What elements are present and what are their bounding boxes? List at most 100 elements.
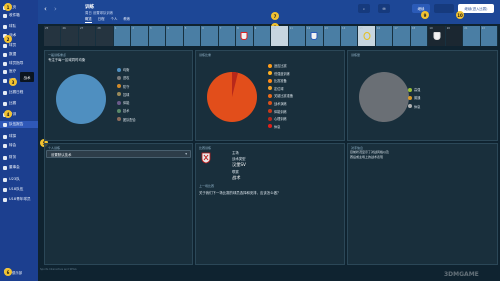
legend-swatch (268, 109, 272, 114)
sidebar-item-icon (3, 134, 7, 139)
sidebar-flyout[interactable]: 战术 (20, 72, 34, 82)
legend-swatch (268, 101, 272, 106)
tab-schedule[interactable]: 日程 (98, 16, 105, 23)
calendar-day-number: 14 (341, 27, 346, 30)
sidebar-item-icon (3, 177, 7, 182)
legend-swatch (117, 84, 121, 89)
calendar-day[interactable]: 8 (236, 26, 254, 46)
sidebar-item-icon (3, 24, 7, 29)
opponent-crest-icon (433, 32, 441, 40)
calendar-day[interactable]: 20 (445, 26, 464, 46)
panel-subtitle: 专注于每一区域同时均衡 (48, 58, 86, 62)
legend-item: 关键比赛准备 (268, 93, 293, 98)
watermark: 3DMGAME (444, 271, 479, 278)
sidebar-item[interactable]: U18青年球员 (3, 196, 31, 203)
sidebar-item[interactable]: 转会 (3, 142, 16, 149)
search-button[interactable]: ⌕ (358, 4, 370, 13)
chart-legend: 均衡 进攻 防守 控球 体能 技术 团队配合 (117, 67, 136, 122)
sidebar-item[interactable]: 球员 (3, 42, 16, 49)
sidebar-item[interactable]: 财务 (3, 154, 16, 161)
sidebar-item[interactable]: U18队伍 (3, 186, 23, 193)
training-volume-pie-chart (359, 72, 409, 122)
calendar-day[interactable]: 12 (306, 26, 324, 46)
legend-label: 定位球 (274, 86, 284, 91)
sidebar-footer-label[interactable]: 俱乐部 (12, 270, 22, 275)
legend-swatch (268, 116, 272, 121)
tab-overview[interactable]: 概览 (85, 16, 92, 23)
calendar-day[interactable]: 3 (148, 26, 167, 46)
calendar-day[interactable]: 15 (358, 26, 376, 46)
continue-button[interactable]: 继续(进入比赛) (458, 4, 494, 13)
sidebar-item-label: 数据 (9, 52, 17, 56)
calendar-day[interactable]: 18 (410, 26, 429, 46)
calendar-day-number: 3 (149, 27, 152, 30)
calendar-day[interactable]: 27 (78, 26, 97, 46)
calendar-day[interactable]: 21 (463, 26, 481, 46)
calendar-day[interactable]: 13 (323, 26, 341, 46)
sidebar-item[interactable]: 医疗 (3, 68, 16, 75)
panel-general-focus: 一般训练重点 专注于每一区域同时均衡 均衡 进攻 防守 控球 体能 技术 团队配合 (44, 50, 193, 141)
calendar-day[interactable]: 22 (480, 26, 499, 46)
match-venue: 主场 (232, 151, 239, 155)
previous-match-title: 上一场比赛 (199, 184, 215, 188)
calendar-day[interactable]: 4 (166, 26, 184, 46)
calendar-day[interactable]: 26 (61, 26, 79, 46)
sidebar-item[interactable]: 数据 (3, 51, 16, 58)
header-mid-button[interactable] (434, 4, 454, 13)
mail-button[interactable]: ✉ (378, 4, 390, 13)
legend-label: 体能训练 (274, 109, 287, 114)
sidebar-item[interactable]: 球探 (3, 133, 16, 140)
forward-arrow-icon[interactable]: › (54, 5, 62, 13)
tab-individual[interactable]: 个人 (111, 16, 118, 23)
legend-label: 体能 (123, 101, 130, 106)
legend-label: 普通 (414, 96, 421, 101)
calendar-day-number: 17 (394, 27, 398, 30)
calendar-day[interactable]: 19 (428, 26, 446, 46)
sidebar-item[interactable]: U23队 (3, 176, 20, 183)
pie-slice-balanced (56, 74, 106, 124)
sidebar-item-icon (3, 90, 7, 95)
annotation-bubble: 9 (421, 11, 429, 19)
sidebar-item-label: 球员指导 (9, 61, 24, 65)
legend-item: 心理训练 (268, 116, 293, 121)
competition-name: 联赛 (232, 170, 239, 174)
calendar-day[interactable]: 17 (393, 26, 411, 46)
sidebar-item[interactable]: 董事会 (3, 164, 20, 171)
calendar-day[interactable]: 10 (271, 26, 289, 46)
calendar-day-number: 15 (359, 27, 363, 30)
sidebar-item[interactable]: 收件箱 (3, 12, 20, 19)
mail-icon: ✉ (382, 6, 386, 11)
calendar-day[interactable]: 6 (201, 26, 219, 46)
calendar-day[interactable]: 14 (340, 26, 359, 46)
individual-training-select[interactable]: 设置默认技术 ▾ (46, 150, 191, 158)
sidebar-item[interactable]: 球队 (3, 23, 16, 30)
calendar-day[interactable]: 5 (183, 26, 202, 46)
calendar-day[interactable]: 7 (218, 26, 237, 46)
calendar-day[interactable]: 2 (131, 26, 149, 46)
calendar-day[interactable]: 28 (96, 26, 114, 46)
panel-opponent-info: 对手信息 (347, 143, 498, 265)
sidebar-item[interactable]: 球员指导 (3, 60, 23, 67)
calendar-day[interactable]: 16 (375, 26, 394, 46)
calendar-day[interactable]: 25 (44, 26, 62, 46)
tab-coaches[interactable]: 教练 (123, 16, 130, 23)
legend-label: 休息 (274, 124, 281, 129)
sidebar-item-label: U18队伍 (9, 187, 24, 191)
back-arrow-icon[interactable]: ‹ (44, 5, 52, 13)
sidebar-item-label: U18青年球员 (9, 197, 31, 201)
calendar-day[interactable]: 1 (113, 26, 132, 46)
sidebar-item[interactable]: 比赛日程 (3, 89, 23, 96)
calendar-day[interactable]: 11 (288, 26, 307, 46)
sidebar-item[interactable]: 队伍报告 (0, 121, 38, 128)
opponent-crest-icon (310, 32, 318, 40)
legend-label: 高强 (414, 88, 421, 92)
legend-label: 进攻 (123, 76, 130, 81)
legend-item: 比赛准备 (268, 78, 293, 83)
sidebar-item-icon (3, 122, 7, 127)
sidebar-item-label: 球探 (9, 134, 17, 138)
opponent-name[interactable]: 汉堡SV (232, 162, 246, 168)
sidebar-item[interactable]: 比赛 (3, 100, 16, 107)
calendar-day[interactable]: 9 (253, 26, 272, 46)
sidebar-item-icon (3, 52, 7, 57)
sidebar-item-icon (3, 78, 7, 83)
